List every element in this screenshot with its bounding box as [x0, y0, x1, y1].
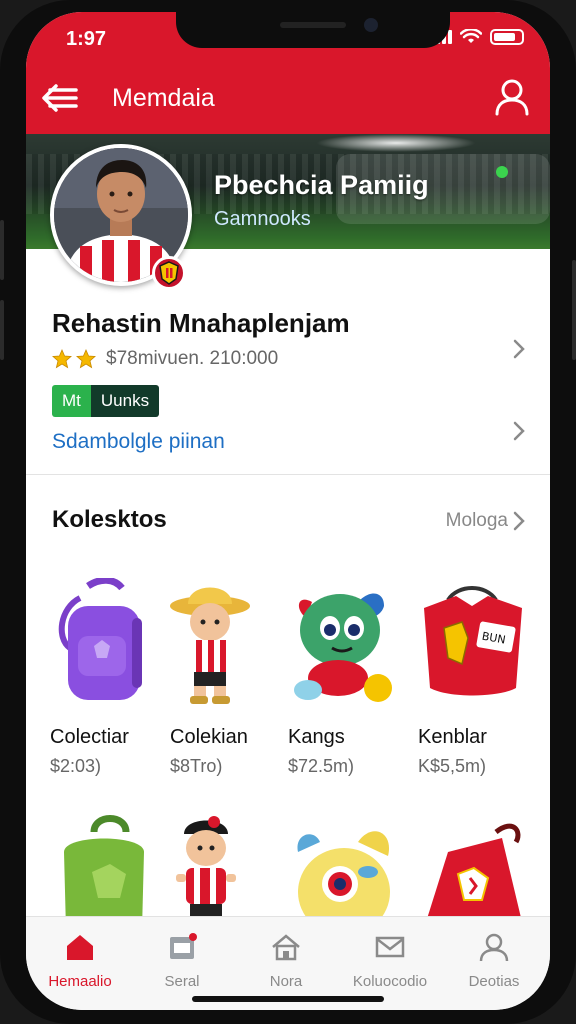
- collection-item[interactable]: Kangs $72.5m): [288, 578, 398, 776]
- online-status-dot: [496, 166, 508, 178]
- badge-left: Mt: [52, 385, 91, 417]
- collections-title: Kolesktos: [52, 506, 167, 533]
- chevron-right-icon[interactable]: [512, 420, 526, 442]
- volume-up-button: [0, 220, 4, 280]
- hero-subtitle: Gamnooks: [214, 208, 311, 230]
- red-jersey-bag-icon: BUN: [424, 586, 522, 696]
- tab-house[interactable]: Nora: [234, 927, 338, 997]
- badge-right: Uunks: [90, 385, 160, 417]
- chevron-right-icon[interactable]: [512, 510, 526, 532]
- wifi-icon: [460, 29, 482, 43]
- status-time: 1:97: [66, 28, 107, 50]
- tab-profile[interactable]: Deotias: [442, 927, 546, 997]
- rating-text: $78mivuen. 210:000: [106, 348, 279, 369]
- mail-icon: [375, 936, 405, 958]
- battery-icon: [490, 29, 524, 45]
- profile-icon: [479, 933, 509, 962]
- tab-label: Deotias: [468, 973, 520, 990]
- item-price: $8Tro): [170, 756, 223, 776]
- star-icon: [52, 349, 72, 369]
- app-bar: Memdaia: [26, 62, 550, 134]
- volume-down-button: [0, 300, 4, 360]
- plush-creature-icon: [294, 593, 392, 702]
- user-icon[interactable]: [494, 78, 530, 116]
- see-more-link[interactable]: Mologa: [446, 510, 508, 532]
- collection-item[interactable]: Colekian $8Tro): [170, 578, 280, 776]
- power-button: [572, 260, 576, 360]
- tab-home[interactable]: Hemaalio: [28, 927, 132, 997]
- chevron-right-icon[interactable]: [512, 338, 526, 360]
- phone-frame: 1:97 Memdaia Pbechcia Pamiig Gamnooks Re…: [0, 0, 576, 1024]
- collection-item[interactable]: Colectiar $2:03): [50, 576, 160, 776]
- rating-row: $78mivuen. 210:000: [52, 348, 278, 370]
- back-menu-icon[interactable]: [40, 80, 80, 116]
- tab-label: Koluocodio: [352, 973, 428, 990]
- divider: [26, 474, 550, 475]
- item-title: Colectiar: [50, 726, 129, 748]
- purple-backpack-icon: [58, 576, 142, 700]
- item-title: Kenblar: [418, 726, 487, 748]
- item-price: $2:03): [50, 756, 102, 776]
- membership-badge: Mt Uunks: [52, 385, 160, 417]
- home-icon: [67, 935, 93, 960]
- tab-messages[interactable]: Koluocodio: [338, 927, 442, 997]
- item-title: Kangs: [288, 726, 345, 748]
- item-price: $72.5m): [288, 756, 355, 776]
- tab-label: Nora: [269, 973, 303, 990]
- star-icon: [76, 349, 96, 369]
- collection-item[interactable]: BUN Kenblar K$5,5m): [418, 578, 528, 776]
- screen: 1:97 Memdaia Pbechcia Pamiig Gamnooks Re…: [26, 12, 550, 1010]
- hero-name: Pbechcia Pamiig: [214, 170, 429, 200]
- club-crest-badge: [152, 256, 186, 290]
- item-price: K$5,5m): [418, 756, 487, 776]
- item-title: Colekian: [170, 726, 248, 748]
- cowboy-figure-icon: [170, 587, 250, 704]
- store-icon: [170, 933, 197, 959]
- tab-store[interactable]: Seral: [130, 927, 234, 997]
- tab-label: Seral: [164, 973, 200, 990]
- profile-name: Rehastin Mnahaplenjam: [52, 308, 350, 338]
- home-indicator[interactable]: [192, 996, 384, 1002]
- app-title: Memdaia: [112, 84, 215, 112]
- house-icon: [272, 934, 300, 961]
- notch: [176, 12, 450, 48]
- tab-label: Hemaalio: [48, 973, 112, 990]
- plan-link[interactable]: Sdambolgle piinan: [52, 430, 225, 454]
